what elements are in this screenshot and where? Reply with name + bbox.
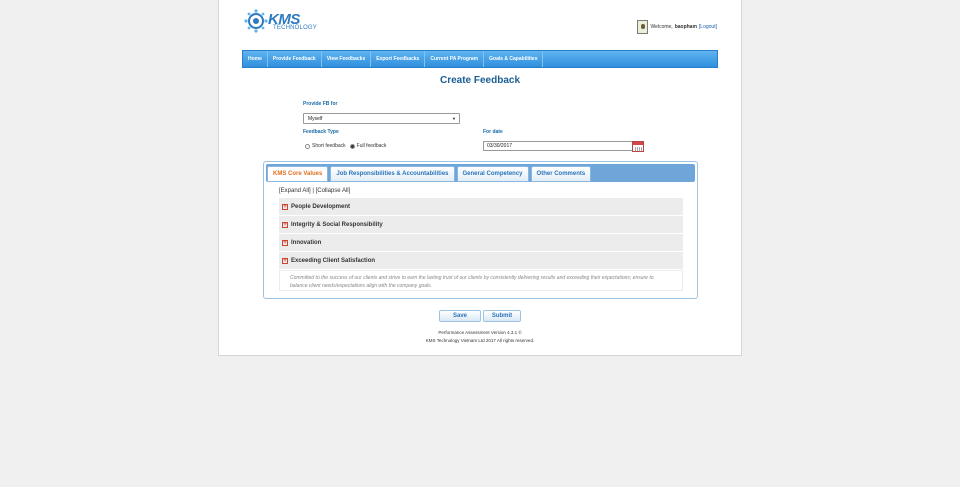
separator: |: [312, 188, 314, 194]
group-label: Exceeding Client Satisfaction: [291, 257, 376, 264]
chevron-down-icon: ▼: [452, 116, 456, 121]
full-feedback-radio[interactable]: [349, 143, 355, 149]
collapse-all-link[interactable]: [Collapse All]: [316, 188, 351, 194]
group-exceeding-client-satisfaction[interactable]: + Exceeding Client Satisfaction: [279, 252, 683, 270]
avatar: [636, 20, 648, 34]
expand-all-link[interactable]: [Expand All]: [279, 188, 311, 194]
expand-collapse-links: [Expand All] | [Collapse All]: [279, 188, 350, 194]
expand-plus-icon: +: [282, 239, 288, 246]
welcome-text: Welcome,: [650, 24, 673, 30]
logo-sub: TECHNOLOGY: [273, 25, 318, 31]
group-label: Integrity & Social Responsibility: [291, 221, 383, 228]
logout-link[interactable]: [Logout]: [699, 24, 717, 30]
for-date-input[interactable]: 03/30/2017: [483, 141, 633, 151]
tab-bar: KMS Core Values Job Responsibilities & A…: [266, 164, 695, 182]
nav-home[interactable]: Home: [243, 51, 268, 67]
tab-other-comments[interactable]: Other Comments: [530, 166, 592, 182]
footer-copyright: KMS Technology Vietnam Ltd 2017 All righ…: [425, 338, 535, 343]
short-feedback-label: Short feedback: [312, 143, 346, 149]
nav-current-pa-program[interactable]: Current PA Program: [425, 51, 485, 67]
save-button[interactable]: Save: [439, 310, 481, 322]
group-integrity[interactable]: + Integrity & Social Responsibility: [279, 216, 683, 234]
feedback-type-radios: Short feedback Full feedback: [305, 143, 386, 149]
username: baopham: [674, 24, 697, 30]
full-feedback-label: Full feedback: [356, 143, 387, 149]
nav-export-feedbacks[interactable]: Export Feedbacks: [371, 51, 426, 67]
feedback-type-label: Feedback Type: [303, 129, 339, 135]
tab-general-competency[interactable]: General Competency: [456, 166, 529, 182]
expand-plus-icon: +: [282, 221, 288, 228]
provide-for-value: Myself: [308, 116, 323, 122]
page-container: KMS TECHNOLOGY Welcome, baopham [Logout]…: [218, 0, 742, 356]
group-label: People Development: [291, 203, 351, 210]
tab-kms-core-values[interactable]: KMS Core Values: [267, 166, 329, 182]
gear-logo-icon: [244, 9, 268, 33]
for-date-label: For date: [483, 129, 503, 135]
provide-for-select[interactable]: Myself ▼: [303, 113, 460, 124]
group-description: Committed to the success of our clients …: [279, 270, 683, 291]
group-people-development[interactable]: + People Development: [279, 198, 683, 216]
footer-version: Performance Assessment Version 4.3.1 ©: [438, 330, 522, 335]
calendar-icon[interactable]: [632, 141, 644, 152]
submit-button[interactable]: Submit: [483, 310, 521, 322]
nav-goals-capabilities[interactable]: Goals & Capabilities: [484, 51, 544, 67]
tab-job-responsibilities[interactable]: Job Responsibilities & Accountabilities: [330, 166, 455, 182]
short-feedback-radio[interactable]: [305, 143, 310, 149]
nav-view-feedbacks[interactable]: View Feedbacks: [322, 51, 372, 67]
expand-plus-icon: +: [282, 203, 288, 210]
nav-provide-feedback[interactable]: Provide Feedback: [268, 51, 322, 67]
kms-logo[interactable]: KMS TECHNOLOGY: [244, 9, 318, 37]
user-info: Welcome, baopham [Logout]: [636, 20, 717, 34]
feedback-panel: KMS Core Values Job Responsibilities & A…: [263, 161, 698, 299]
core-values-list: + People Development + Integrity & Socia…: [279, 198, 683, 291]
expand-plus-icon: +: [282, 257, 288, 264]
provide-for-label: Provide FB for: [303, 101, 338, 107]
group-innovation[interactable]: + Innovation: [279, 234, 683, 252]
main-nav: Home Provide Feedback View Feedbacks Exp…: [242, 50, 718, 68]
group-label: Innovation: [291, 239, 322, 246]
page-title: Create Feedback: [439, 75, 521, 86]
